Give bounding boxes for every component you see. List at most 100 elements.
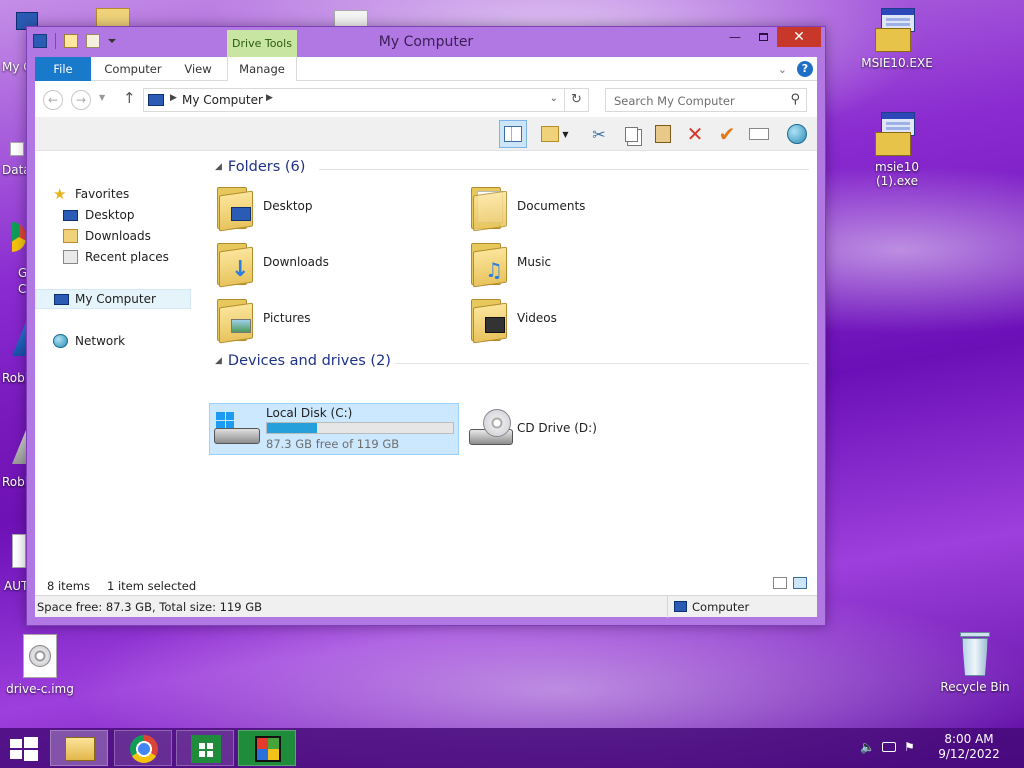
recent-locations-icon[interactable]: ▼ — [99, 93, 105, 102]
explorer-window[interactable]: Drive Tools My Computer — ✕ File Compute… — [26, 26, 826, 626]
layout-icon — [504, 126, 522, 142]
forward-button[interactable]: → — [71, 90, 91, 110]
new-folder-button[interactable]: ▼ — [537, 120, 573, 148]
drive-local-disk-c[interactable]: Local Disk (C:) 87.3 GB free of 119 GB — [209, 403, 459, 455]
search-icon[interactable]: ⚲ — [790, 92, 800, 107]
address-bar[interactable]: ▶ My Computer ▶ ⌄ — [143, 88, 565, 112]
desktop-icon-data-partial[interactable] — [10, 124, 26, 158]
drive-cd-d[interactable]: CD Drive (D:) — [465, 403, 715, 455]
folder-downloads[interactable]: ↓ Downloads — [213, 237, 463, 289]
expand-ribbon-icon[interactable]: ⌄ — [778, 63, 787, 76]
copy-button[interactable] — [617, 120, 645, 148]
folder-icon — [541, 126, 560, 142]
search-input[interactable]: Search My Computer — [614, 94, 735, 108]
file-explorer-icon — [65, 737, 95, 761]
copy-icon — [624, 126, 638, 142]
toolbar: ▼ ✂ ✕ ✔ — [35, 117, 817, 151]
chevron-right-icon[interactable]: ▶ — [170, 93, 177, 103]
nav-desktop[interactable]: Desktop — [35, 205, 191, 225]
group-header-label: Devices and drives (2) — [227, 353, 391, 369]
taskbar-store[interactable] — [176, 730, 234, 766]
group-header-devices[interactable]: ◢ Devices and drives (2) — [215, 353, 391, 369]
videos-folder-icon — [471, 297, 507, 344]
drive-usage-fill — [267, 423, 318, 433]
rename-button[interactable]: ✔ — [713, 120, 741, 148]
tab-view[interactable]: View — [175, 57, 221, 81]
folder-music[interactable]: ♫ Music — [467, 237, 717, 289]
taskbar-file-explorer[interactable] — [50, 730, 108, 766]
chevron-right-icon[interactable]: ▶ — [266, 93, 273, 103]
properties-icon — [749, 128, 769, 140]
folder-pictures[interactable]: Pictures — [213, 293, 463, 345]
desktop-icon-recycle-bin[interactable]: Recycle Bin — [935, 632, 1015, 694]
nav-downloads[interactable]: Downloads — [35, 226, 191, 246]
clock-date: 9/12/2022 — [938, 747, 1000, 761]
folder-desktop[interactable]: Desktop — [213, 181, 463, 233]
globe-icon — [787, 124, 807, 144]
folder-documents[interactable]: Documents — [467, 181, 717, 233]
cd-drive-icon — [469, 409, 515, 449]
nav-favorites[interactable]: ★ Favorites — [35, 184, 191, 204]
store-icon — [191, 735, 221, 763]
desktop-icon-msie10[interactable]: MSIE10.EXE — [857, 8, 937, 70]
action-center-icon[interactable]: ⚑ — [904, 740, 918, 754]
taskbar-chrome[interactable] — [114, 730, 172, 766]
star-icon: ★ — [53, 185, 67, 203]
downloads-folder-icon: ↓ — [217, 241, 253, 288]
delete-x-icon: ✕ — [686, 122, 704, 146]
location-label: Computer — [692, 600, 750, 614]
large-icons-view-icon[interactable] — [793, 577, 807, 589]
chrome-icon — [130, 735, 158, 763]
pictures-folder-icon — [217, 297, 253, 344]
collapse-icon[interactable]: ◢ — [215, 356, 222, 366]
refresh-button[interactable]: ↻ — [565, 88, 589, 112]
details-view-icon[interactable] — [773, 577, 787, 589]
volume-muted-icon[interactable]: 🔈 — [860, 740, 875, 754]
cut-button[interactable]: ✂ — [585, 120, 613, 148]
desktop-icon-drive-img[interactable]: drive-c.img — [0, 634, 80, 696]
folder-label: Downloads — [263, 255, 329, 269]
computer-icon — [674, 601, 687, 612]
address-location[interactable]: My Computer — [182, 93, 263, 107]
folder-label: Pictures — [263, 311, 311, 325]
delete-button[interactable]: ✕ — [681, 120, 709, 148]
nav-label: Network — [75, 334, 126, 348]
tab-computer[interactable]: Computer — [95, 57, 171, 81]
chevron-down-icon: ▼ — [562, 129, 569, 139]
up-button[interactable]: ↑ — [123, 89, 136, 107]
properties-button[interactable] — [745, 120, 773, 148]
status-bar: 8 items 1 item selected — [35, 575, 817, 595]
desktop-icon — [63, 210, 78, 221]
preview-pane-button[interactable] — [499, 120, 527, 148]
navigation-bar: ← → ▼ ↑ ▶ My Computer ▶ ⌄ ↻ Search My Co… — [35, 81, 817, 117]
start-button[interactable] — [8, 736, 38, 762]
collapse-icon[interactable]: ◢ — [215, 162, 222, 172]
nav-network[interactable]: Network — [35, 331, 191, 351]
taskbar-windows-app[interactable] — [238, 730, 296, 766]
folder-videos[interactable]: Videos — [467, 293, 717, 345]
clock[interactable]: 8:00 AM 9/12/2022 — [936, 732, 1002, 762]
nav-label: Recent places — [85, 250, 169, 264]
drive-label: CD Drive (D:) — [517, 421, 597, 435]
minimize-button[interactable]: — — [721, 27, 749, 47]
desktop-icon-label: msie10 (1).exe — [875, 160, 919, 188]
title-bar[interactable]: Drive Tools My Computer — ✕ — [27, 27, 825, 57]
folder-label: Videos — [517, 311, 557, 325]
maximize-button[interactable] — [749, 27, 777, 47]
disc-image-icon — [23, 634, 57, 678]
tab-file[interactable]: File — [35, 57, 91, 81]
search-box[interactable]: Search My Computer ⚲ — [605, 88, 807, 112]
back-button[interactable]: ← — [43, 90, 63, 110]
folder-label: Music — [517, 255, 552, 269]
network-icon[interactable] — [882, 742, 896, 752]
address-dropdown-icon[interactable]: ⌄ — [550, 93, 558, 104]
tab-manage[interactable]: Manage — [227, 57, 297, 82]
close-button[interactable]: ✕ — [777, 27, 821, 47]
nav-my-computer[interactable]: My Computer — [35, 289, 191, 309]
nav-recent-places[interactable]: Recent places — [35, 247, 191, 267]
group-header-folders[interactable]: ◢ Folders (6) — [215, 159, 305, 175]
help-icon[interactable]: ? — [797, 61, 813, 77]
paste-button[interactable] — [649, 120, 677, 148]
globe-button[interactable] — [783, 120, 811, 148]
desktop-icon-msie10-1[interactable]: msie10 (1).exe — [857, 112, 937, 188]
